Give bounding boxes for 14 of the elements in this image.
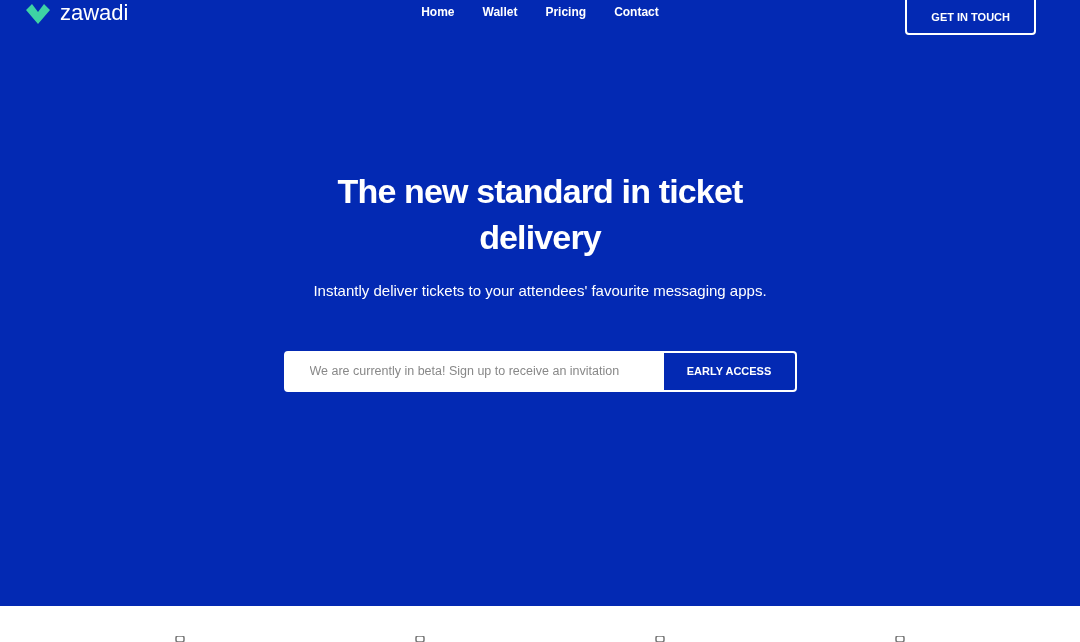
feature-icon bbox=[893, 636, 907, 642]
feature-icon bbox=[173, 636, 187, 642]
early-access-button[interactable]: EARLY ACCESS bbox=[661, 350, 797, 392]
feature-icon bbox=[653, 636, 667, 642]
hero-subtitle: Instantly deliver tickets to your attendees' favourite messaging apps. bbox=[313, 281, 767, 301]
nav-link[interactable]: Pricing bbox=[545, 3, 587, 21]
get-in-touch-button[interactable]: GET IN TOUCH bbox=[905, 0, 1036, 35]
feature-icon bbox=[413, 636, 427, 642]
nav-link[interactable]: Home bbox=[421, 3, 455, 21]
nav-link[interactable]: Contact bbox=[614, 3, 659, 21]
logo-text: zawadi bbox=[60, 2, 129, 24]
email-field[interactable]: We are currently in beta! Sign up to receive an invitation bbox=[283, 350, 662, 392]
nav-link[interactable]: Wallet bbox=[482, 3, 518, 21]
hero-title: The new standard in ticket delivery bbox=[336, 171, 744, 258]
